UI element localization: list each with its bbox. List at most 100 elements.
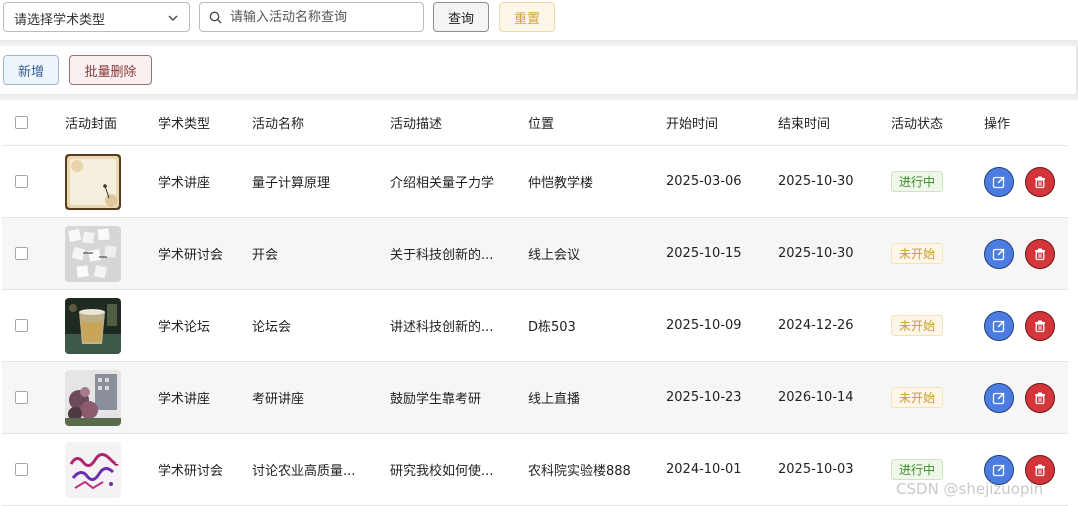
activity-cover-image xyxy=(65,225,121,282)
cover-cell xyxy=(65,146,121,217)
edit-button[interactable] xyxy=(984,166,1014,197)
row-checkbox[interactable] xyxy=(15,319,28,332)
description-cell: 鼓励学生靠考研 xyxy=(390,392,482,407)
trash-icon xyxy=(1035,392,1045,404)
status-cell: 未开始 xyxy=(891,218,944,289)
actions-cell xyxy=(984,218,1055,289)
start-time-cell: 2025-10-23 xyxy=(666,390,742,405)
type-cell: 学术论坛 xyxy=(158,320,211,335)
location-cell: 线上会议 xyxy=(528,248,581,263)
row-checkbox[interactable] xyxy=(15,175,28,188)
trash-icon xyxy=(1035,320,1045,332)
start-time-cell: 2025-10-15 xyxy=(666,246,742,261)
edit-icon xyxy=(992,319,1005,332)
description-cell: 研究我校如何使... xyxy=(390,464,494,479)
activity-cover-image xyxy=(65,441,121,498)
header-end-time: 结束时间 xyxy=(778,117,831,132)
activity-cover-image xyxy=(65,297,121,354)
activity-name-search-input[interactable] xyxy=(230,7,415,27)
action-toolbar: 新增 批量删除 xyxy=(0,46,1078,94)
end-time-cell: 2025-10-03 xyxy=(778,462,854,477)
table-row: 学术讲座 考研讲座 鼓励学生靠考研 线上直播 2025-10-23 2026-1… xyxy=(2,362,1068,434)
end-time-cell: 2025-10-30 xyxy=(778,246,854,261)
header-name: 活动名称 xyxy=(252,117,305,132)
activity-name-search-field[interactable] xyxy=(199,2,424,32)
actions-cell xyxy=(984,362,1055,433)
reset-button[interactable]: 重置 xyxy=(499,2,555,32)
location-cell: 农科院实验楼888 xyxy=(528,464,631,479)
delete-button[interactable] xyxy=(1025,166,1055,197)
end-time-cell: 2025-10-30 xyxy=(778,174,854,189)
edit-button[interactable] xyxy=(984,382,1014,413)
status-cell: 未开始 xyxy=(891,290,944,361)
row-checkbox[interactable] xyxy=(15,247,28,260)
row-checkbox[interactable] xyxy=(15,391,28,404)
row-select-cell xyxy=(15,434,28,505)
add-button[interactable]: 新增 xyxy=(3,55,59,85)
row-select-cell xyxy=(15,362,28,433)
chevron-down-icon xyxy=(168,15,178,21)
edit-button[interactable] xyxy=(984,238,1014,269)
status-badge: 进行中 xyxy=(891,459,944,480)
type-cell: 学术研讨会 xyxy=(158,248,224,263)
batch-delete-button[interactable]: 批量删除 xyxy=(69,55,152,85)
table-row: 学术讲座 量子计算原理 介绍相关量子力学 仲恺教学楼 2025-03-06 20… xyxy=(2,146,1068,218)
description-cell: 讲述科技创新的... xyxy=(390,320,494,335)
delete-button[interactable] xyxy=(1025,238,1055,269)
location-cell: D栋503 xyxy=(528,320,576,335)
search-icon xyxy=(209,11,222,24)
status-badge: 未开始 xyxy=(891,387,944,408)
delete-button[interactable] xyxy=(1025,382,1055,413)
row-select-cell xyxy=(15,218,28,289)
status-badge: 进行中 xyxy=(891,171,944,192)
header-status: 活动状态 xyxy=(891,117,944,132)
delete-button[interactable] xyxy=(1025,310,1055,341)
name-cell: 开会 xyxy=(252,248,279,263)
activity-cover-image xyxy=(65,369,121,426)
row-select-cell xyxy=(15,146,28,217)
header-type: 学术类型 xyxy=(158,117,211,132)
edit-icon xyxy=(992,175,1005,188)
name-cell: 讨论农业高质量... xyxy=(252,464,356,479)
edit-icon xyxy=(992,463,1005,476)
trash-icon xyxy=(1035,176,1045,188)
edit-icon xyxy=(992,391,1005,404)
end-time-cell: 2024-12-26 xyxy=(778,318,854,333)
table-header: 活动封面 学术类型 活动名称 活动描述 位置 开始时间 结束时间 活动状态 操作 xyxy=(2,100,1068,146)
status-badge: 未开始 xyxy=(891,243,944,264)
location-cell: 仲恺教学楼 xyxy=(528,176,594,191)
search-bar: 请选择学术类型 查询 重置 xyxy=(0,0,1078,40)
cover-cell xyxy=(65,362,121,433)
table-row: 学术论坛 论坛会 讲述科技创新的... D栋503 2025-10-09 202… xyxy=(2,290,1068,362)
status-cell: 进行中 xyxy=(891,146,944,217)
row-checkbox[interactable] xyxy=(15,463,28,476)
end-time-cell: 2026-10-14 xyxy=(778,390,854,405)
start-time-cell: 2025-03-06 xyxy=(666,174,742,189)
trash-icon xyxy=(1035,464,1045,476)
status-badge: 未开始 xyxy=(891,315,944,336)
trash-icon xyxy=(1035,248,1045,260)
name-cell: 量子计算原理 xyxy=(252,176,331,191)
type-cell: 学术讲座 xyxy=(158,176,211,191)
edit-button[interactable] xyxy=(984,310,1014,341)
header-location: 位置 xyxy=(528,117,555,132)
watermark: CSDN @shejizuopin xyxy=(896,480,1044,498)
edit-icon xyxy=(992,247,1005,260)
row-select-cell xyxy=(15,290,28,361)
academic-type-select-value: 请选择学术类型 xyxy=(14,13,106,28)
cover-cell xyxy=(65,434,121,505)
query-button[interactable]: 查询 xyxy=(433,2,489,32)
description-cell: 关于科技创新的... xyxy=(390,248,494,263)
activity-cover-image xyxy=(65,153,121,210)
activity-table: 活动封面 学术类型 活动名称 活动描述 位置 开始时间 结束时间 活动状态 操作… xyxy=(2,100,1068,506)
start-time-cell: 2025-10-09 xyxy=(666,318,742,333)
location-cell: 线上直播 xyxy=(528,392,581,407)
header-description: 活动描述 xyxy=(390,117,443,132)
header-actions: 操作 xyxy=(984,117,1011,132)
header-start-time: 开始时间 xyxy=(666,117,719,132)
select-all-checkbox[interactable] xyxy=(15,116,28,129)
academic-type-select[interactable]: 请选择学术类型 xyxy=(3,2,190,32)
select-all-cell xyxy=(15,100,28,145)
cover-cell xyxy=(65,290,121,361)
type-cell: 学术讲座 xyxy=(158,392,211,407)
